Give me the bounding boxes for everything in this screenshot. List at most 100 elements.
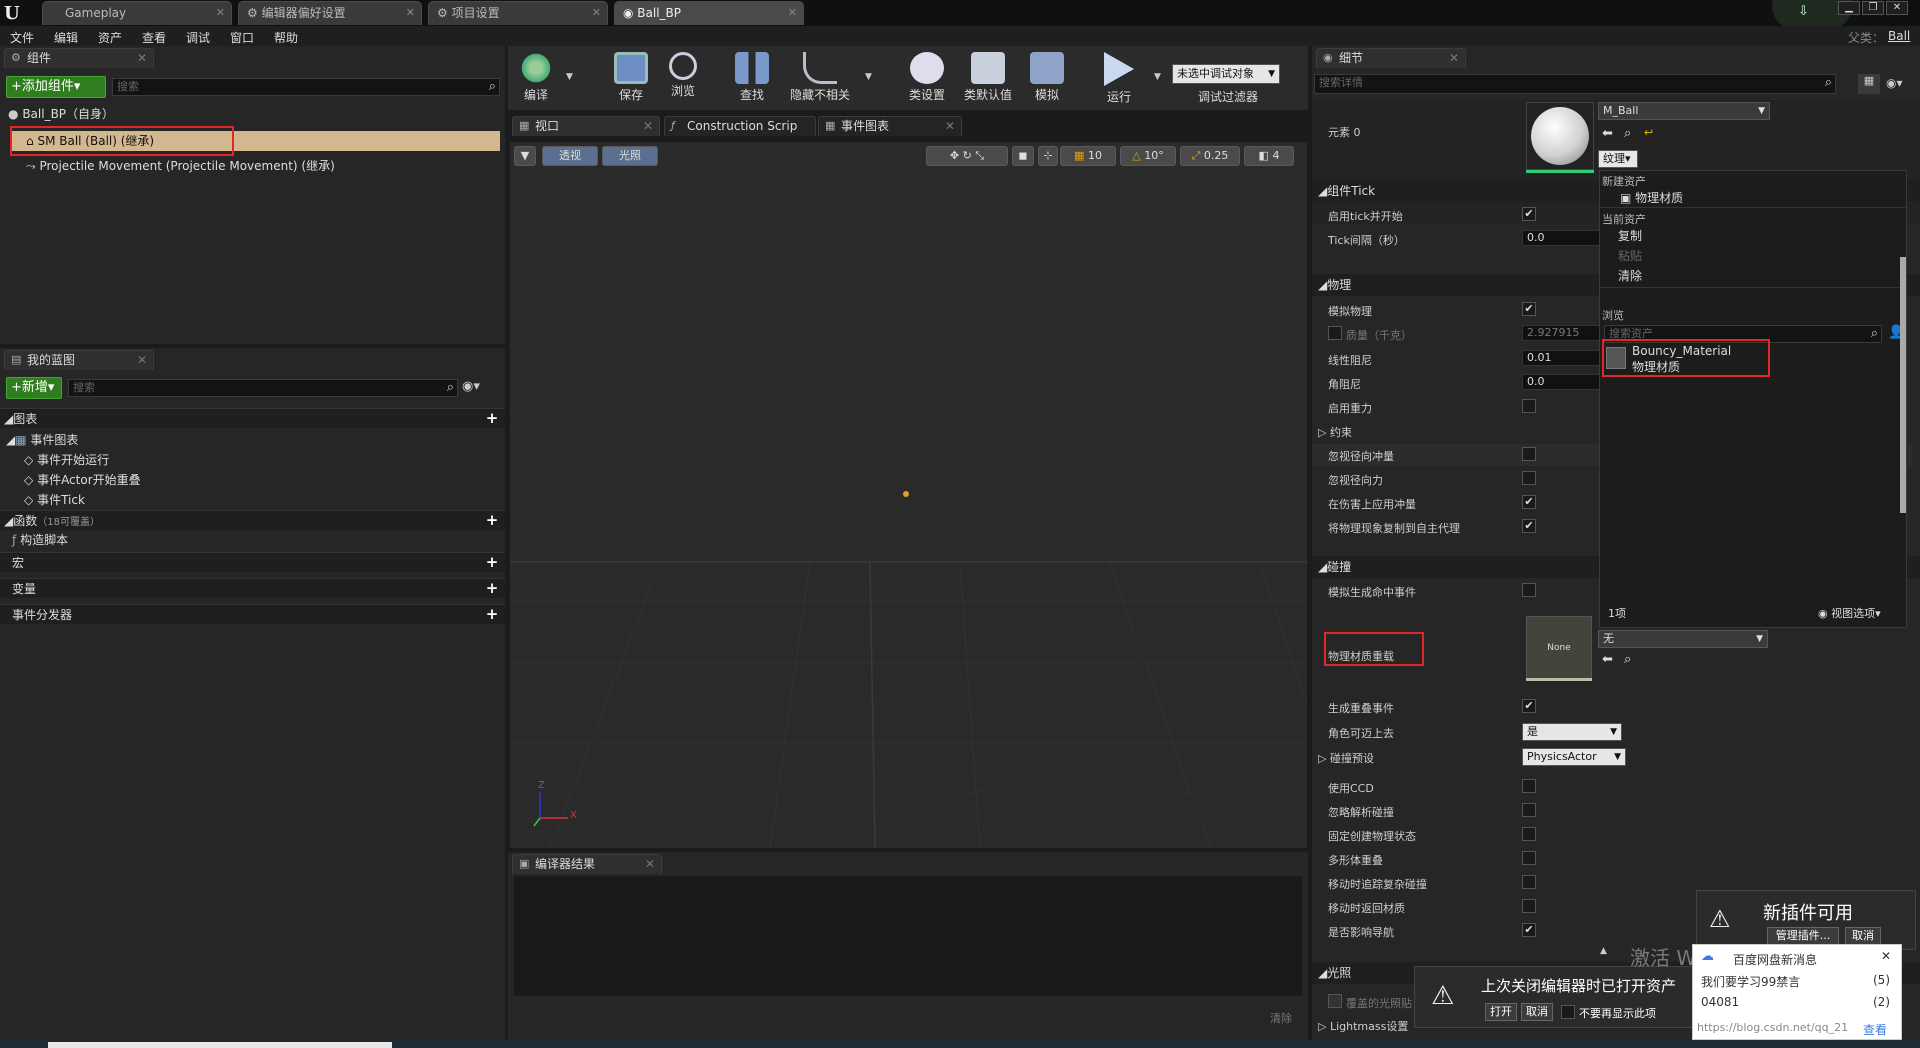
- play-button[interactable]: 运行: [1094, 52, 1144, 106]
- phys-mat-thumbnail[interactable]: None: [1526, 616, 1592, 680]
- ignore-radial-impulse-checkbox[interactable]: [1522, 447, 1536, 461]
- return-material-on-move-checkbox[interactable]: [1522, 899, 1536, 913]
- can-affect-navigation-checkbox[interactable]: ✔: [1522, 923, 1536, 937]
- menu-edit[interactable]: 编辑: [54, 29, 78, 46]
- grid-view-icon[interactable]: ▦: [1858, 74, 1880, 94]
- tab-event-graph[interactable]: ▦ 事件图表 ✕: [818, 116, 962, 136]
- add-graph-icon[interactable]: +: [485, 411, 499, 426]
- perspective-button[interactable]: 透视: [542, 146, 598, 166]
- tab-project-settings[interactable]: ⚙ 项目设置 ✕: [428, 1, 608, 25]
- add-component-button[interactable]: +添加组件▾: [6, 76, 106, 98]
- tick-interval-input[interactable]: 0.0: [1522, 230, 1604, 246]
- simulate-physics-checkbox[interactable]: ✔: [1522, 302, 1536, 316]
- close-icon[interactable]: ✕: [645, 855, 655, 873]
- close-icon[interactable]: ✕: [945, 117, 955, 135]
- minimize-button[interactable]: ▁: [1838, 1, 1860, 15]
- taskbar-item[interactable]: [48, 1042, 392, 1048]
- clear-item[interactable]: 清除: [1618, 267, 1642, 284]
- trace-complex-on-move-checkbox[interactable]: [1522, 875, 1536, 889]
- close-icon[interactable]: ✕: [216, 2, 225, 24]
- tab-my-blueprint[interactable]: ▤ 我的蓝图 ✕: [4, 350, 154, 370]
- browse-search-icon[interactable]: ⌕: [1624, 652, 1631, 667]
- open-button[interactable]: 打开: [1485, 1003, 1517, 1021]
- functions-section[interactable]: ◢函数（18可覆盖） +: [0, 510, 505, 530]
- menu-help[interactable]: 帮助: [274, 29, 298, 46]
- camera-speed-button[interactable]: ◧ 4: [1244, 146, 1294, 166]
- multi-body-overlap-checkbox[interactable]: [1522, 851, 1536, 865]
- close-icon[interactable]: ✕: [1881, 949, 1891, 963]
- collision-preset-select[interactable]: PhysicsActor ▼: [1522, 748, 1626, 766]
- variables-section[interactable]: 变量 +: [0, 578, 505, 598]
- new-physical-material-item[interactable]: ▣ 物理材质: [1620, 189, 1683, 206]
- component-root[interactable]: ● Ball_BP（自身）: [8, 104, 498, 124]
- collision-preset-row[interactable]: ▷ 碰撞预设: [1318, 750, 1374, 766]
- mass-input[interactable]: 2.927915: [1522, 325, 1604, 341]
- viewport-options-button[interactable]: ▼: [514, 146, 536, 166]
- tab-details[interactable]: ◉ 细节 ✕: [1316, 48, 1466, 68]
- hide-unrelated-button[interactable]: 隐藏不相关: [790, 52, 850, 106]
- lightmap-override-checkbox[interactable]: [1328, 994, 1342, 1008]
- scale-snap-toggle[interactable]: ⤢ 0.25: [1180, 146, 1240, 166]
- grid-snap-toggle[interactable]: ▦ 10: [1060, 146, 1116, 166]
- browse-search-icon[interactable]: ⌕: [1624, 126, 1631, 141]
- paste-item[interactable]: 粘贴: [1618, 247, 1642, 264]
- ignore-analytic-collision-checkbox[interactable]: [1522, 803, 1536, 817]
- angular-damping-input[interactable]: 0.0: [1522, 374, 1604, 390]
- apply-impulse-on-damage-checkbox[interactable]: ✔: [1522, 495, 1536, 509]
- new-button[interactable]: +新增▾: [6, 377, 62, 399]
- macros-section[interactable]: 宏 +: [0, 552, 505, 572]
- reset-arrow-icon[interactable]: ↩: [1644, 126, 1653, 139]
- event-item[interactable]: ◇ 事件Actor开始重叠: [24, 470, 494, 490]
- generate-overlap-checkbox[interactable]: ✔: [1522, 699, 1536, 713]
- component-item-projectile[interactable]: ⤳ Projectile Movement (Projectile Moveme…: [26, 156, 496, 176]
- transform-tools[interactable]: ✥ ↻ ⤡: [926, 146, 1008, 166]
- cancel-button[interactable]: 取消: [1521, 1003, 1553, 1021]
- ignore-radial-force-checkbox[interactable]: [1522, 471, 1536, 485]
- dont-show-checkbox[interactable]: [1561, 1005, 1575, 1019]
- tab-components[interactable]: ⚙ 组件 ✕: [4, 48, 154, 68]
- clear-button[interactable]: 清除: [1270, 1010, 1292, 1026]
- tab-compiler-results[interactable]: ▣ 编译器结果 ✕: [512, 854, 662, 874]
- add-function-icon[interactable]: +: [485, 513, 499, 528]
- rotation-snap-toggle[interactable]: △ 10°: [1120, 146, 1176, 166]
- close-icon[interactable]: ✕: [406, 2, 415, 24]
- close-icon[interactable]: ✕: [1449, 49, 1459, 67]
- copy-item[interactable]: 复制: [1618, 227, 1642, 244]
- eye-icon[interactable]: ◉▾: [462, 379, 500, 394]
- menu-file[interactable]: 文件: [10, 29, 34, 46]
- view-options-button[interactable]: ◉ 视图选项▾: [1818, 605, 1881, 621]
- save-button[interactable]: 保存: [606, 52, 656, 106]
- graphs-section[interactable]: ◢图表 +: [0, 408, 505, 428]
- phys-material-override-select[interactable]: 无 ▼: [1598, 630, 1768, 648]
- baidu-message[interactable]: 我们要学习99禁言: [1701, 973, 1800, 990]
- compile-button[interactable]: 编译: [511, 52, 561, 106]
- start-with-tick-checkbox[interactable]: ✔: [1522, 207, 1536, 221]
- use-selected-arrow-icon[interactable]: ⬅: [1602, 652, 1613, 667]
- component-search-input[interactable]: 搜索 ⌕: [112, 78, 500, 96]
- details-search-input[interactable]: 搜索详情 ⌕: [1314, 74, 1836, 94]
- close-window-button[interactable]: ✕: [1886, 1, 1908, 15]
- simulation-hit-events-checkbox[interactable]: [1522, 583, 1536, 597]
- close-icon[interactable]: ✕: [788, 2, 797, 24]
- viewport[interactable]: X Z ▼ 透视 光照 ✥ ↻ ⤡ ◼ ⊹ ▦ 10 △ 10° ⤢ 0.25 …: [510, 142, 1307, 848]
- world-local-icon[interactable]: ◼: [1012, 146, 1034, 166]
- eye-icon[interactable]: ◉▾: [1886, 76, 1903, 90]
- browse-button[interactable]: 浏览: [658, 52, 708, 106]
- close-icon[interactable]: ✕: [592, 2, 601, 24]
- close-icon[interactable]: ✕: [137, 49, 147, 67]
- tab-editor-preferences[interactable]: ⚙ 编辑器偏好设置 ✕: [238, 1, 422, 25]
- constraints-row[interactable]: ▷ 约束: [1318, 424, 1352, 440]
- chevron-down-icon[interactable]: ▼: [1154, 72, 1161, 82]
- replicate-physics-checkbox[interactable]: ✔: [1522, 519, 1536, 533]
- tab-viewport[interactable]: ▦ 视口 ✕: [512, 116, 660, 136]
- event-item[interactable]: ◇ 事件Tick: [24, 490, 494, 510]
- linear-damping-input[interactable]: 0.01: [1522, 350, 1604, 366]
- close-icon[interactable]: ✕: [643, 117, 653, 135]
- baidu-message[interactable]: 04081: [1701, 995, 1739, 1009]
- surface-snap-icon[interactable]: ⊹: [1038, 146, 1058, 166]
- add-variable-icon[interactable]: +: [485, 581, 499, 596]
- add-dispatcher-icon[interactable]: +: [485, 607, 499, 622]
- material-thumbnail[interactable]: [1526, 102, 1594, 170]
- cancel-button[interactable]: 取消: [1845, 927, 1881, 945]
- class-defaults-button[interactable]: 类默认值: [960, 52, 1016, 106]
